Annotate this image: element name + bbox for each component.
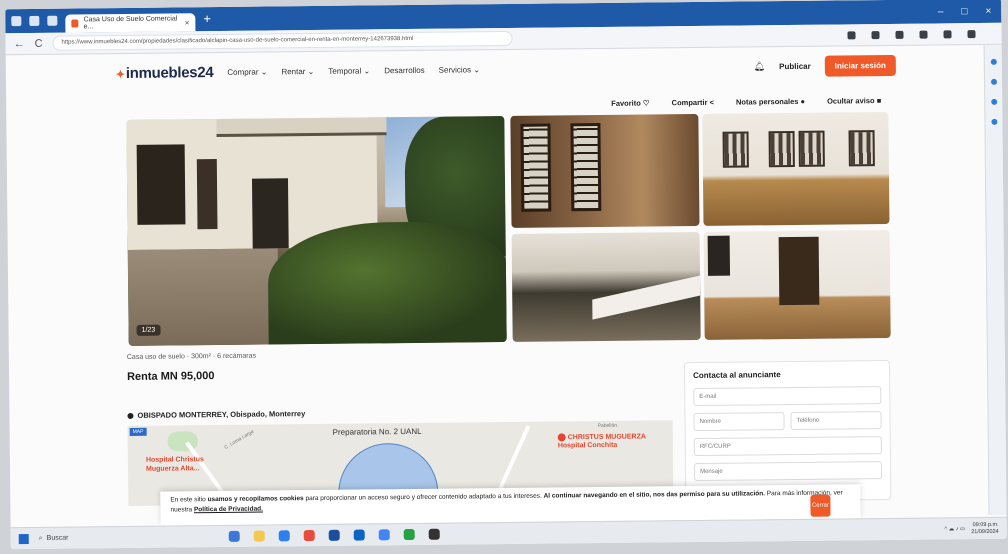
- favorite-star-icon[interactable]: [871, 30, 880, 39]
- sidebar-copilot-icon[interactable]: [990, 58, 997, 65]
- taskbar-app-icon[interactable]: [303, 530, 315, 542]
- photo-thumbnail-2[interactable]: [702, 111, 890, 226]
- minimize-button[interactable]: –: [938, 6, 944, 17]
- tab-title: Casa Uso de Suelo Comercial e...: [83, 15, 178, 31]
- logo-mark-icon: ✦: [115, 68, 125, 81]
- contact-title: Contacta al anunciante: [693, 370, 781, 381]
- cookie-text-c: para proporcionar un acceso seguro y ofr…: [303, 492, 544, 503]
- listing-price: Renta MN 95,000: [126, 370, 215, 383]
- taskbar-app-icon[interactable]: [428, 528, 440, 540]
- sidebar-tools-icon[interactable]: [990, 98, 997, 105]
- new-tab-button[interactable]: +: [203, 11, 211, 26]
- map-label-preparatoria: Preparatoria No. 2 UANL: [332, 426, 422, 437]
- system-tray: ^ ☁ ♪ ▭ 09:09 p.m. 21/09/2024: [944, 521, 999, 536]
- menu-servicios[interactable]: Servicios ⌄: [439, 65, 480, 74]
- menu-desarrollos[interactable]: Desarrollos: [384, 65, 425, 74]
- logo-text: inmuebles24: [125, 63, 214, 82]
- main-photo[interactable]: 1/23: [126, 116, 507, 346]
- windows-start-icon[interactable]: [18, 533, 29, 544]
- url-input[interactable]: https://www.inmuebles24.com/propiedades/…: [52, 30, 513, 51]
- reload-icon[interactable]: C: [34, 37, 42, 49]
- read-aloud-icon[interactable]: [847, 30, 856, 39]
- browser-sidebar: [983, 44, 1007, 515]
- back-icon[interactable]: ←: [13, 38, 24, 50]
- menu-rentar[interactable]: Rentar ⌄: [281, 66, 314, 75]
- taskbar-app-icon[interactable]: [228, 530, 240, 542]
- map-street-label: C. Loma Larga: [223, 428, 256, 451]
- map-label-christus: CHRISTUS MUGUERZA Hospital Conchita: [557, 433, 646, 450]
- publicar-link[interactable]: Publicar: [779, 61, 811, 70]
- menu-comprar[interactable]: Comprar ⌄: [227, 67, 267, 76]
- clock-date: 21/09/2024: [971, 528, 999, 535]
- menu-temporal[interactable]: Temporal ⌄: [328, 66, 370, 75]
- cookie-accept-button[interactable]: Cerrar: [810, 494, 831, 517]
- screen: Casa Uso de Suelo Comercial e... × + – □…: [5, 0, 1007, 550]
- close-window-button[interactable]: ×: [985, 5, 991, 16]
- location-text: OBISPADO MONTERREY, Obispado, Monterrey: [137, 409, 306, 420]
- maximize-button[interactable]: □: [961, 6, 967, 17]
- sidebar-games-icon[interactable]: [990, 118, 997, 125]
- collections-icon[interactable]: [943, 29, 952, 38]
- extensions-icon[interactable]: [967, 29, 976, 38]
- taskbar-app-icon[interactable]: [403, 528, 415, 541]
- taskbar-apps: [228, 528, 440, 542]
- map-pabellon-label: Pabellón: [597, 422, 618, 430]
- window-controls: – □ ×: [938, 5, 1002, 17]
- favorites-icon[interactable]: [919, 30, 928, 39]
- email-field[interactable]: E-mail: [693, 386, 882, 407]
- photo-count-badge: 1/23: [136, 324, 161, 336]
- notification-bell-icon[interactable]: 🔔︎: [754, 61, 766, 72]
- photo-gallery: 1/23: [126, 111, 891, 346]
- map-label-hospital: Hospital Christus Muguerza Alta...: [145, 456, 204, 473]
- listing-subtitle: Casa uso de suelo · 300m² · 6 recámaras: [126, 352, 257, 361]
- cookie-text-d: Al continuar navegando en el sitio, nos …: [543, 490, 766, 500]
- taskbar-search[interactable]: ⌕ Buscar: [39, 533, 169, 542]
- taskbar-app-icon[interactable]: [353, 529, 365, 541]
- header-right: 🔔︎ Publicar Iniciar sesión: [754, 54, 896, 77]
- site-logo[interactable]: ✦inmuebles24: [116, 64, 214, 82]
- split-screen-icon[interactable]: [895, 30, 904, 39]
- tray-icons[interactable]: ^ ☁ ♪ ▭: [945, 526, 966, 532]
- tab-close-icon[interactable]: ×: [185, 18, 190, 27]
- share-button[interactable]: Compartir <: [672, 98, 714, 107]
- privacy-policy-link[interactable]: Política de Privacidad.: [194, 506, 263, 514]
- notes-button[interactable]: Notas personales ●: [736, 97, 805, 107]
- clock-time: 09:09 p.m.: [972, 521, 999, 528]
- browser-tab[interactable]: Casa Uso de Suelo Comercial e... ×: [65, 13, 196, 33]
- cookie-text-b: usamos y recopilamos cookies: [207, 495, 304, 504]
- contact-form: Contacta al anunciante E-mail Nombre Tel…: [683, 359, 892, 503]
- listing-location: OBISPADO MONTERREY, Obispado, Monterrey: [127, 409, 305, 420]
- message-field[interactable]: Mensaje: [693, 461, 883, 482]
- favorite-button[interactable]: Favorito ♡: [611, 98, 649, 107]
- profile-icon[interactable]: [11, 16, 22, 27]
- name-phone-row: Nombre Teléfono: [693, 411, 882, 438]
- sidebar-search-icon[interactable]: [990, 78, 997, 85]
- listing-actions: Favorito ♡ Compartir < Notas personales …: [611, 96, 881, 108]
- photo-thumbnail-1[interactable]: [510, 113, 700, 228]
- browser-toolbar-icons: [847, 29, 993, 39]
- site-header: ✦inmuebles24 Comprar ⌄ Rentar ⌄ Temporal…: [116, 52, 896, 86]
- workspaces-icon[interactable]: [29, 15, 40, 26]
- phone-field[interactable]: Teléfono: [790, 411, 882, 431]
- photo-thumbnail-4[interactable]: [703, 229, 891, 340]
- rfc-field[interactable]: RFC/CURP: [693, 436, 882, 457]
- taskbar-app-icon[interactable]: [253, 530, 265, 542]
- login-button[interactable]: Iniciar sesión: [824, 54, 896, 77]
- name-field[interactable]: Nombre: [693, 412, 785, 432]
- search-icon: ⌕: [38, 534, 43, 542]
- hide-listing-button[interactable]: Ocultar aviso ■: [827, 96, 881, 106]
- taskbar-app-icon[interactable]: [378, 529, 390, 541]
- cookie-text-a: En este sitio: [170, 496, 208, 504]
- taskbar-search-label: Buscar: [46, 534, 69, 542]
- favicon-icon: [71, 19, 79, 28]
- location-pin-icon: [127, 412, 134, 419]
- taskbar-app-icon[interactable]: [278, 530, 290, 542]
- tab-actions-icon[interactable]: [47, 15, 58, 26]
- clock[interactable]: 09:09 p.m. 21/09/2024: [971, 521, 999, 535]
- taskbar-app-icon[interactable]: [328, 529, 340, 541]
- hospital-pin-icon: [557, 433, 566, 442]
- map-badge: MAP: [129, 427, 147, 436]
- photo-thumbnail-3[interactable]: [511, 231, 701, 342]
